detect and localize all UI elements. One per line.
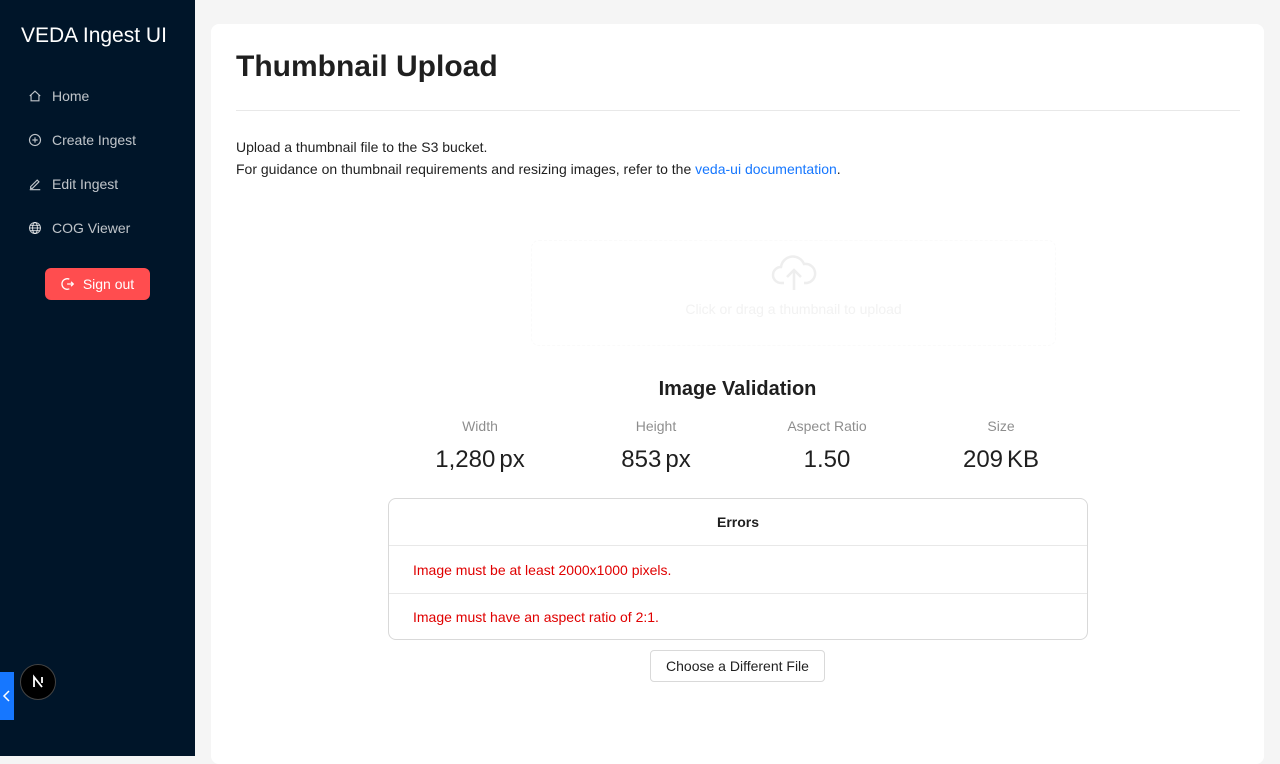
dropzone-text: Click or drag a thumbnail to upload: [685, 301, 902, 317]
chevron-left-icon: [2, 690, 12, 702]
stat-label: Width: [462, 418, 498, 434]
stat-width: Width 1,280 px: [415, 417, 545, 474]
main-card: Thumbnail Upload Upload a thumbnail file…: [211, 24, 1264, 764]
sidebar-item-create-ingest[interactable]: Create Ingest: [0, 118, 195, 162]
error-item: Image must have an aspect ratio of 2:1.: [389, 593, 1087, 639]
globe-icon: [28, 221, 42, 235]
app-title: VEDA Ingest UI: [21, 24, 167, 47]
intro-suffix: .: [836, 161, 841, 177]
sidebar-nav: Home Create Ingest Edit Ingest COG Viewe…: [0, 74, 195, 250]
logout-icon: [61, 277, 75, 291]
sidebar-item-edit-ingest[interactable]: Edit Ingest: [0, 162, 195, 206]
choose-different-file-button[interactable]: Choose a Different File: [650, 650, 825, 682]
errors-list: Errors Image must be at least 2000x1000 …: [388, 498, 1088, 640]
stat-label: Aspect Ratio: [787, 418, 867, 434]
errors-header: Errors: [389, 499, 1087, 546]
intro-line-1: Upload a thumbnail file to the S3 bucket…: [236, 139, 488, 155]
divider: [236, 110, 1240, 111]
intro-prefix: For guidance on thumbnail requirements a…: [236, 161, 696, 177]
sidebar-item-label: COG Viewer: [52, 220, 131, 236]
nextjs-dev-indicator[interactable]: [20, 664, 56, 700]
stat-size: Size 209 KB: [936, 417, 1066, 474]
stat-label: Size: [987, 418, 1015, 434]
sidebar-item-label: Home: [52, 88, 90, 104]
stat-height: Height 853 px: [591, 417, 721, 474]
intro-text: Upload a thumbnail file to the S3 bucket…: [236, 136, 841, 180]
stat-label: Height: [635, 418, 677, 434]
sidebar-item-home[interactable]: Home: [0, 74, 195, 118]
sidebar-collapse-toggle[interactable]: [0, 672, 14, 720]
sign-out-label: Sign out: [82, 276, 135, 292]
cloud-upload-icon: [770, 253, 818, 293]
stat-value: 853 px: [621, 446, 691, 473]
sign-out-button[interactable]: Sign out: [45, 268, 150, 300]
intro-line-2: For guidance on thumbnail requirements a…: [236, 158, 841, 180]
sidebar-item-label: Create Ingest: [52, 132, 137, 148]
sidebar-item-cog-viewer[interactable]: COG Viewer: [0, 206, 195, 250]
plus-circle-icon: [28, 133, 42, 147]
stat-aspect-ratio: Aspect Ratio 1.50: [762, 417, 892, 474]
sidebar: VEDA Ingest UI Home Create Ingest Edit I…: [0, 0, 195, 756]
stat-value: 1,280 px: [435, 446, 525, 473]
stat-value: 209 KB: [962, 446, 1040, 473]
nextjs-logo-icon: [30, 674, 46, 690]
edit-icon: [28, 177, 42, 191]
sidebar-item-label: Edit Ingest: [52, 176, 119, 192]
error-item: Image must be at least 2000x1000 pixels.: [413, 561, 672, 578]
home-icon: [28, 89, 42, 103]
page-title: Thumbnail Upload: [236, 50, 498, 83]
veda-ui-documentation-link[interactable]: veda-ui documentation: [695, 161, 837, 177]
image-validation-title: Image Validation: [658, 378, 817, 400]
stat-value: 1.50: [803, 446, 851, 473]
upload-dropzone[interactable]: Click or drag a thumbnail to upload: [531, 240, 1056, 346]
